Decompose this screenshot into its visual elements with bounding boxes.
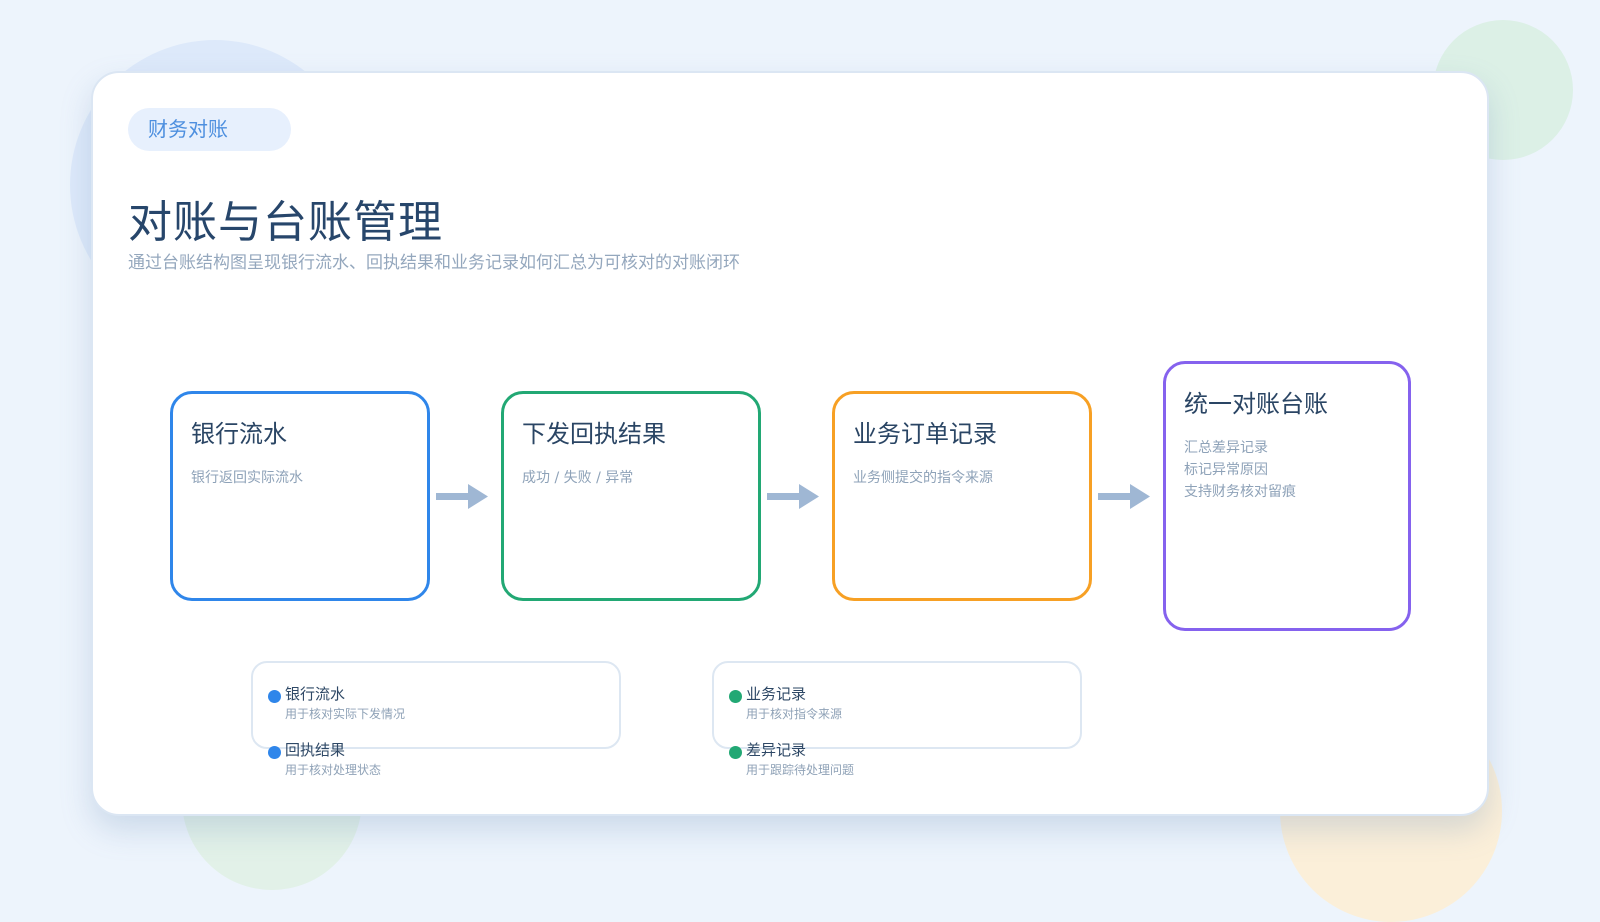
green-dot-icon bbox=[729, 746, 742, 759]
stage-title: 业务订单记录 bbox=[853, 420, 997, 448]
blue-dot-icon bbox=[268, 690, 281, 703]
legend-label: 差异记录 bbox=[746, 741, 807, 759]
stage-title: 下发回执结果 bbox=[522, 420, 666, 448]
legend-note: 用于跟踪待处理问题 bbox=[746, 763, 855, 777]
arrow-right-icon bbox=[436, 484, 488, 509]
stage-description: 支持财务核对留痕 bbox=[1184, 484, 1296, 500]
legend-label: 银行流水 bbox=[285, 685, 346, 703]
legend-note: 用于核对处理状态 bbox=[285, 763, 382, 777]
stage-description: 标记异常原因 bbox=[1184, 462, 1268, 478]
arrow-right-icon bbox=[1098, 484, 1150, 509]
stage-description: 银行返回实际流水 bbox=[191, 470, 303, 486]
blue-dot-icon bbox=[268, 746, 281, 759]
stage-description: 成功 / 失败 / 异常 bbox=[522, 470, 634, 486]
page-subtitle: 通过台账结构图呈现银行流水、回执结果和业务记录如何汇总为可核对的对账闭环 bbox=[128, 253, 740, 273]
stage-title: 统一对账台账 bbox=[1184, 390, 1328, 418]
arrow-right-icon bbox=[767, 484, 819, 509]
legend-label: 业务记录 bbox=[746, 685, 807, 703]
legend-label: 回执结果 bbox=[285, 741, 346, 759]
stage-title: 银行流水 bbox=[191, 420, 287, 448]
legend-note: 用于核对实际下发情况 bbox=[285, 707, 406, 721]
stage-description: 业务侧提交的指令来源 bbox=[853, 470, 993, 486]
category-tag: 财务对账 bbox=[128, 108, 291, 151]
stage-unified-ledger: 统一对账台账 汇总差异记录 标记异常原因 支持财务核对留痕 bbox=[1163, 361, 1411, 631]
legend-note: 用于核对指令来源 bbox=[746, 707, 843, 721]
page-title: 对账与台账管理 bbox=[128, 197, 443, 248]
stage-business-order: 业务订单记录 业务侧提交的指令来源 bbox=[832, 391, 1092, 601]
stage-bank-statement: 银行流水 银行返回实际流水 bbox=[170, 391, 430, 601]
stage-receipt-result: 下发回执结果 成功 / 失败 / 异常 bbox=[501, 391, 761, 601]
green-dot-icon bbox=[729, 690, 742, 703]
stage-description: 汇总差异记录 bbox=[1184, 440, 1268, 456]
